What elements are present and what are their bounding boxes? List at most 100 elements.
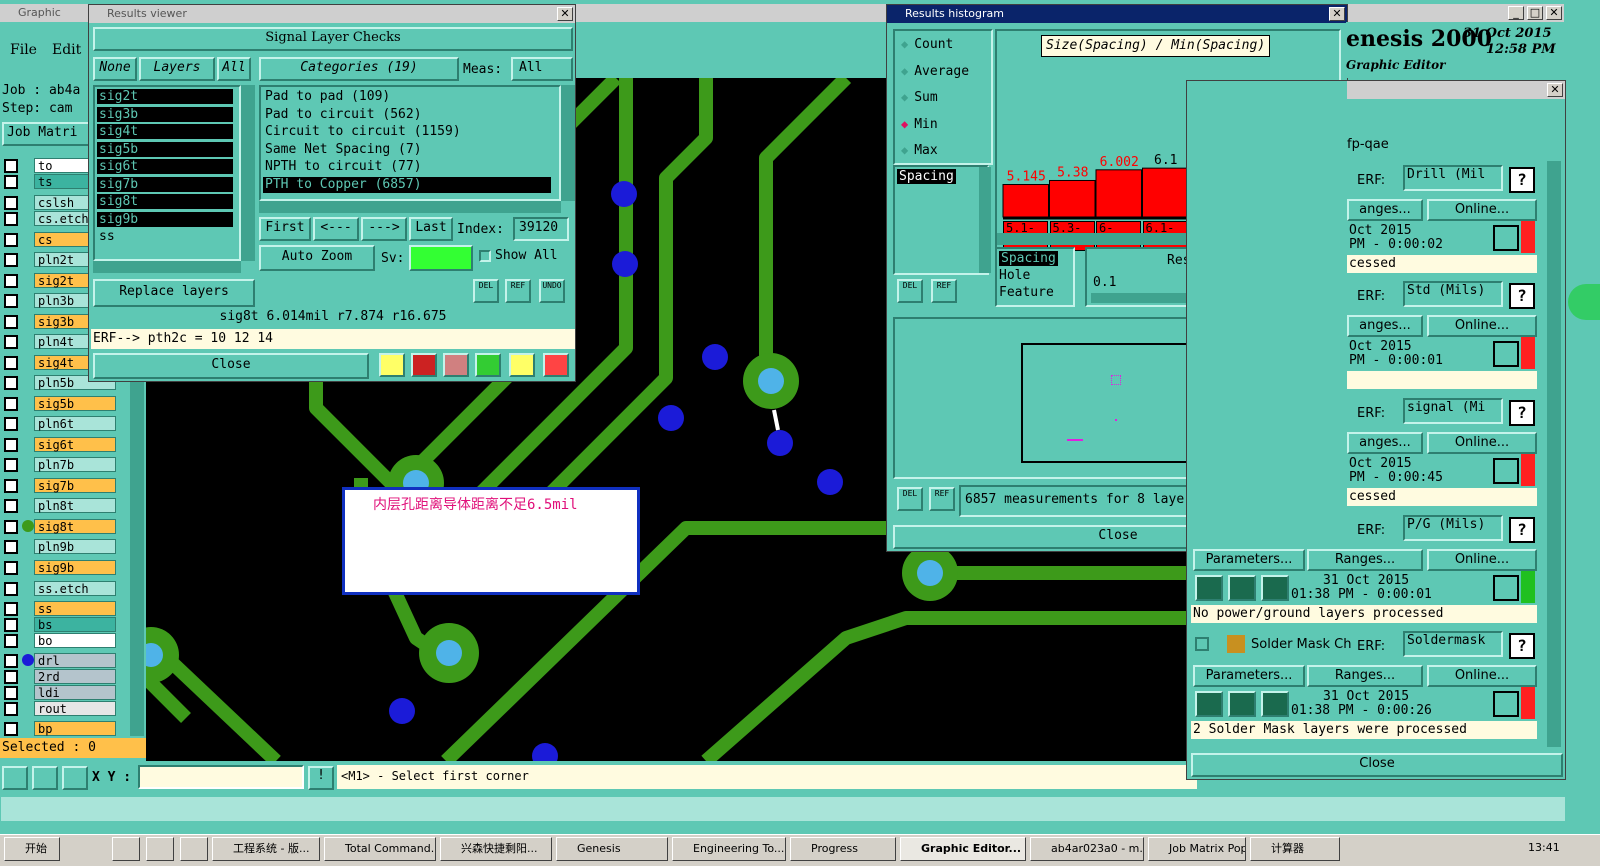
- layer-checkbox[interactable]: [4, 722, 18, 736]
- auto-zoom-button[interactable]: Auto Zoom: [259, 245, 375, 271]
- grid-tool-icon[interactable]: [62, 766, 88, 790]
- ranges-button[interactable]: Ranges...: [1307, 665, 1423, 687]
- rv-layer-item[interactable]: sig8t: [97, 194, 233, 209]
- next-button[interactable]: --->: [361, 217, 407, 241]
- histogram-icon[interactable]: [543, 353, 569, 377]
- taskbar-button[interactable]: Engineering To...: [672, 837, 786, 861]
- ranges-button[interactable]: anges...: [1347, 199, 1423, 221]
- taskbar-button[interactable]: 工程系统 - 版...: [212, 837, 320, 861]
- layer-checkbox[interactable]: [4, 618, 18, 632]
- category-item[interactable]: Pad to pad (109): [263, 89, 551, 105]
- erf-select[interactable]: Soldermask: [1403, 631, 1503, 657]
- close-icon[interactable]: ✕: [1547, 83, 1563, 97]
- last-button[interactable]: Last: [409, 217, 453, 241]
- layer-checkbox[interactable]: [4, 479, 18, 493]
- layer-row[interactable]: pln6t: [4, 416, 116, 432]
- toolbar-icon-2[interactable]: [411, 353, 437, 377]
- run-all-icon[interactable]: [1228, 691, 1256, 717]
- run-icon[interactable]: [1195, 691, 1223, 717]
- layer-checkbox[interactable]: [4, 458, 18, 472]
- none-button[interactable]: None: [93, 57, 137, 81]
- ref-icon[interactable]: REF: [505, 279, 531, 303]
- option-sum[interactable]: ◆ Sum: [901, 90, 938, 108]
- run-all-icon[interactable]: [1228, 575, 1256, 601]
- layer-row[interactable]: sig8t: [4, 519, 116, 535]
- checklist-close-button[interactable]: Close: [1191, 753, 1563, 777]
- layer-checkbox[interactable]: [4, 376, 18, 390]
- layer-list-hscroll[interactable]: [93, 261, 241, 273]
- summary-ref-icon[interactable]: REF: [929, 487, 955, 511]
- layer-checkbox[interactable]: [4, 520, 18, 534]
- erf-select[interactable]: P/G (Mils): [1403, 515, 1503, 541]
- erf-select[interactable]: Drill (Mil: [1403, 165, 1503, 191]
- categories-scroll[interactable]: [561, 85, 575, 201]
- layer-checkbox[interactable]: [4, 602, 18, 616]
- rv-layer-item[interactable]: sig3b: [97, 106, 233, 122]
- xy-input[interactable]: [138, 765, 304, 789]
- layer-list-scroll[interactable]: [241, 85, 255, 261]
- layer-row[interactable]: sig6t: [4, 437, 116, 453]
- taskbar-button[interactable]: ab4ar023a0 - m...: [1030, 837, 1144, 861]
- layer-row[interactable]: sig5b: [4, 396, 116, 412]
- view-results-icon[interactable]: [1493, 341, 1519, 367]
- layer-row[interactable]: 2rd: [4, 669, 116, 685]
- layer-checkbox[interactable]: [4, 582, 18, 596]
- layer-checkbox[interactable]: [4, 175, 18, 189]
- category-item[interactable]: PTH to Copper (6857): [263, 176, 551, 193]
- toolbar-icon-4[interactable]: [475, 353, 501, 377]
- rv-layer-item[interactable]: sig6t: [97, 159, 233, 174]
- ranges-button[interactable]: anges...: [1347, 432, 1423, 454]
- view-results-icon[interactable]: [1493, 225, 1519, 251]
- layer-row[interactable]: pln7b: [4, 457, 116, 473]
- help-icon[interactable]: ?: [1509, 400, 1535, 426]
- hist-ref-icon[interactable]: REF: [931, 279, 957, 303]
- layer-row[interactable]: bs: [4, 617, 116, 633]
- online-button[interactable]: Online...: [1427, 432, 1537, 454]
- layer-row[interactable]: sig9b: [4, 560, 116, 576]
- layer-checkbox[interactable]: [4, 654, 18, 668]
- toolbar-icon-1[interactable]: [379, 353, 405, 377]
- first-button[interactable]: First: [259, 217, 311, 241]
- stop-icon[interactable]: [1261, 575, 1289, 601]
- view-results-icon[interactable]: [1493, 575, 1519, 601]
- rv-layer-item[interactable]: sig4t: [97, 124, 233, 139]
- index-input[interactable]: 39120: [513, 217, 569, 241]
- category-item[interactable]: NPTH to circuit (77): [263, 159, 551, 175]
- option-average[interactable]: ◆ Average: [901, 64, 969, 82]
- maximize-icon[interactable]: □: [1527, 6, 1543, 20]
- summary-del-icon[interactable]: DEL: [897, 487, 923, 511]
- layer-checkbox[interactable]: [4, 159, 18, 173]
- layer-row[interactable]: pln9b: [4, 539, 116, 555]
- layer-checkbox[interactable]: [4, 417, 18, 431]
- attr-item[interactable]: Hole: [999, 268, 1030, 283]
- histogram-bar[interactable]: [1002, 184, 1049, 218]
- erf-select[interactable]: signal (Mi: [1403, 398, 1503, 424]
- online-button[interactable]: Online...: [1427, 199, 1537, 221]
- layers-button[interactable]: Layers: [139, 57, 215, 81]
- layer-row[interactable]: drl: [4, 653, 116, 669]
- list-item-spacing[interactable]: Spacing: [897, 169, 956, 184]
- layer-row[interactable]: sig7b: [4, 478, 116, 494]
- view-results-icon[interactable]: [1493, 691, 1519, 717]
- ranges-button[interactable]: anges...: [1347, 315, 1423, 337]
- parameters-button[interactable]: Parameters...: [1193, 665, 1305, 687]
- histogram-bar[interactable]: [1095, 169, 1142, 218]
- layer-row[interactable]: ss: [4, 601, 116, 617]
- zoom-tool-icon[interactable]: [2, 766, 28, 790]
- layer-checkbox[interactable]: [4, 356, 18, 370]
- layer-row[interactable]: bo: [4, 633, 116, 649]
- taskbar-button[interactable]: Genesis: [556, 837, 668, 861]
- replace-layers-button[interactable]: Replace layers: [93, 279, 255, 307]
- show-all-checkbox[interactable]: [479, 250, 491, 262]
- parameters-button[interactable]: Parameters...: [1193, 549, 1305, 571]
- categories-hscroll[interactable]: [259, 201, 561, 213]
- ranges-button[interactable]: Ranges...: [1307, 549, 1423, 571]
- rv-layer-item[interactable]: ss: [97, 229, 233, 244]
- report-icon[interactable]: [509, 353, 535, 377]
- layer-checkbox[interactable]: [4, 702, 18, 716]
- menu-edit[interactable]: Edit: [52, 42, 81, 58]
- job-matrix-button[interactable]: Job Matri: [2, 122, 90, 146]
- option-count[interactable]: ◆ Count: [901, 37, 953, 55]
- del-icon[interactable]: DEL: [473, 279, 499, 303]
- minimize-icon[interactable]: _: [1508, 6, 1524, 20]
